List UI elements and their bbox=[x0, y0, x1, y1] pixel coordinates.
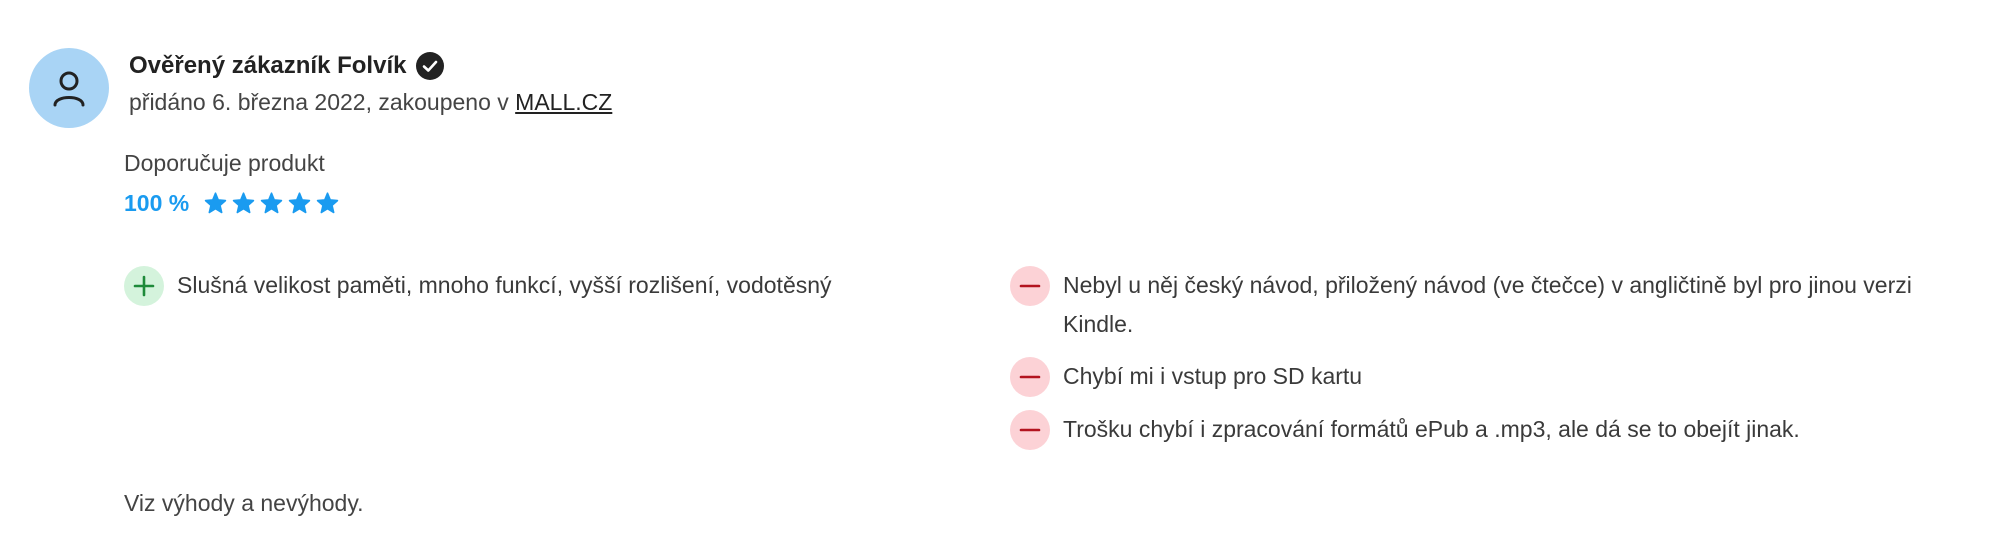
plus-icon bbox=[124, 266, 164, 306]
con-item: Trošku chybí i zpracování formátů ePub a… bbox=[1010, 410, 1940, 450]
review-meta: přidáno 6. března 2022, zakoupeno v MALL… bbox=[129, 89, 612, 116]
pros-list: Slušná velikost paměti, mnoho funkcí, vy… bbox=[124, 266, 944, 319]
star-icon bbox=[231, 191, 256, 216]
author-name: Ověřený zákazník Folvík bbox=[129, 52, 407, 79]
rating-percent: 100 % bbox=[124, 190, 190, 216]
minus-icon bbox=[1010, 266, 1050, 306]
con-text: Chybí mi i vstup pro SD kartu bbox=[1063, 363, 1363, 389]
review-text: Viz výhody a nevýhody. bbox=[124, 490, 364, 516]
con-text: Nebyl u něj český návod, přiložený návod… bbox=[1063, 272, 1912, 337]
con-item: Nebyl u něj český návod, přiložený návod… bbox=[1010, 266, 1940, 344]
verified-check-icon bbox=[416, 52, 445, 80]
recommend-label: Doporučuje produkt bbox=[124, 150, 325, 176]
star-icon bbox=[287, 191, 312, 216]
con-text: Trošku chybí i zpracování formátů ePub a… bbox=[1063, 416, 1800, 442]
review-date: přidáno 6. března 2022, zakoupeno v bbox=[129, 89, 516, 115]
minus-icon bbox=[1010, 357, 1050, 397]
pro-text: Slušná velikost paměti, mnoho funkcí, vy… bbox=[177, 272, 832, 298]
user-icon bbox=[53, 71, 85, 107]
rating: 100 % bbox=[124, 190, 340, 217]
minus-icon bbox=[1010, 410, 1050, 450]
star-icon bbox=[259, 191, 284, 216]
pro-item: Slušná velikost paměti, mnoho funkcí, vy… bbox=[124, 266, 944, 306]
con-item: Chybí mi i vstup pro SD kartu bbox=[1010, 357, 1940, 397]
star-icon bbox=[203, 191, 228, 216]
star-icon bbox=[315, 191, 340, 216]
rating-stars bbox=[203, 191, 340, 216]
author-line: Ověřený zákazník Folvík bbox=[129, 52, 445, 80]
cons-list: Nebyl u něj český návod, přiložený návod… bbox=[1010, 266, 1940, 463]
store-link[interactable]: MALL.CZ bbox=[515, 89, 612, 115]
avatar bbox=[29, 48, 109, 128]
